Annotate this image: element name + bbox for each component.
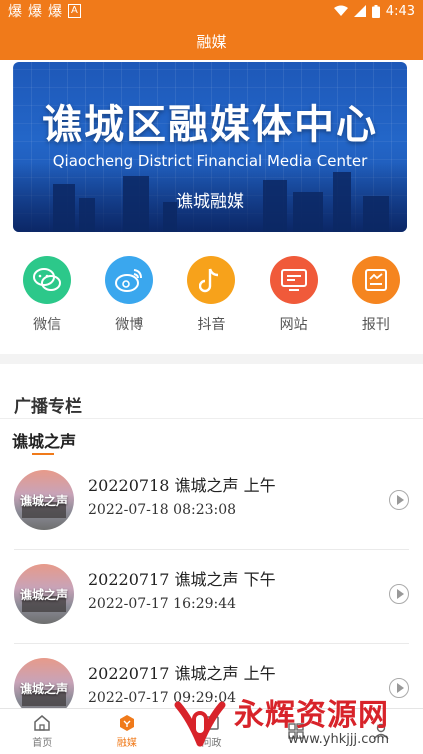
shortcut-label: 微信 xyxy=(33,317,62,333)
nav-label: 首页 xyxy=(32,738,53,749)
section-divider xyxy=(0,354,423,364)
list-item[interactable]: 谯城之声 20220717 谯城之声 下午 2022-07-17 16:29:4… xyxy=(14,550,409,644)
nav-service[interactable] xyxy=(261,722,331,742)
status-system: 4:43 xyxy=(333,3,415,19)
section-title: 广播专栏 xyxy=(14,397,82,417)
banner-caption: 谯城融媒 xyxy=(176,192,244,212)
shortcut-label: 抖音 xyxy=(197,317,226,333)
item-date: 2022-07-17 16:29:44 xyxy=(88,596,237,612)
service-icon xyxy=(288,722,304,739)
website-icon xyxy=(269,256,318,304)
notification-icon: 爆 xyxy=(48,4,62,20)
item-thumbnail: 谯城之声 xyxy=(14,564,74,624)
shortcut-douyin[interactable]: 抖音 xyxy=(181,256,241,336)
status-notifications: 爆 爆 爆 A xyxy=(8,1,81,21)
signal-icon xyxy=(353,5,366,17)
clock: 4:43 xyxy=(385,3,415,19)
shortcut-wechat[interactable]: 微信 xyxy=(17,256,77,336)
nav-profile[interactable] xyxy=(346,722,416,742)
shortcut-weibo[interactable]: 微博 xyxy=(99,256,159,336)
shortcut-label: 微博 xyxy=(115,317,144,333)
banner[interactable]: 谯城区融媒体中心 Qiaocheng District Financial Me… xyxy=(13,62,407,232)
newspaper-icon xyxy=(351,256,400,304)
section-divider-line xyxy=(0,418,423,419)
play-icon[interactable] xyxy=(389,584,409,604)
notification-icon: 爆 xyxy=(8,4,22,20)
item-title: 20220718 谯城之声 上午 xyxy=(88,476,276,495)
shortcut-label: 网站 xyxy=(279,317,308,333)
profile-icon xyxy=(373,723,389,739)
wechat-icon xyxy=(23,256,72,304)
social-shortcuts: 微信 微博 抖音 网站 报刊 xyxy=(0,256,423,336)
item-title: 20220717 谯城之声 下午 xyxy=(88,570,276,589)
shortcut-newspaper[interactable]: 报刊 xyxy=(346,256,406,336)
item-date: 2022-07-18 08:23:08 xyxy=(88,502,237,518)
item-date: 2022-07-17 09:29:04 xyxy=(88,690,237,706)
app-header: 融媒 xyxy=(0,22,423,60)
politics-icon xyxy=(203,716,220,730)
item-title: 20220717 谯城之声 上午 xyxy=(88,664,276,683)
list-item[interactable]: 谯城之声 20220718 谯城之声 上午 2022-07-18 08:23:0… xyxy=(14,456,409,550)
shortcut-label: 报刊 xyxy=(361,317,390,333)
nav-label: 融媒 xyxy=(116,738,137,749)
thumbnail-label: 谯城之声 xyxy=(19,494,68,508)
item-thumbnail: 谯城之声 xyxy=(14,470,74,530)
nav-media[interactable]: 融媒 xyxy=(92,714,162,749)
page-title: 融媒 xyxy=(196,32,227,51)
thumbnail-label: 谯城之声 xyxy=(19,588,68,602)
thumbnail-label: 谯城之声 xyxy=(19,682,68,696)
play-icon[interactable] xyxy=(389,490,409,510)
play-icon[interactable] xyxy=(389,678,409,698)
nav-politics[interactable]: 问政 xyxy=(176,714,246,749)
notification-icon: A xyxy=(68,4,81,18)
battery-icon xyxy=(371,4,380,18)
nav-home[interactable]: 首页 xyxy=(7,714,77,749)
notification-icon: 爆 xyxy=(28,4,42,20)
nav-label: 问政 xyxy=(201,738,222,749)
shortcut-website[interactable]: 网站 xyxy=(264,256,324,336)
douyin-icon xyxy=(187,256,236,304)
bottom-navigation: 首页 融媒 问政 xyxy=(0,708,423,754)
media-icon xyxy=(119,715,134,731)
tab-qiaocheng-voice[interactable]: 谯城之声 xyxy=(12,428,76,452)
weibo-icon xyxy=(105,256,154,304)
wifi-icon xyxy=(333,5,348,16)
banner-title: 谯城区融媒体中心 xyxy=(42,102,378,148)
status-bar: 爆 爆 爆 A 4:43 xyxy=(0,0,423,22)
broadcast-list: 谯城之声 20220718 谯城之声 上午 2022-07-18 08:23:0… xyxy=(0,456,423,737)
home-icon xyxy=(34,715,51,731)
banner-subtitle: Qiaocheng District Financial Media Cente… xyxy=(52,152,368,170)
active-tab-indicator xyxy=(32,453,54,455)
